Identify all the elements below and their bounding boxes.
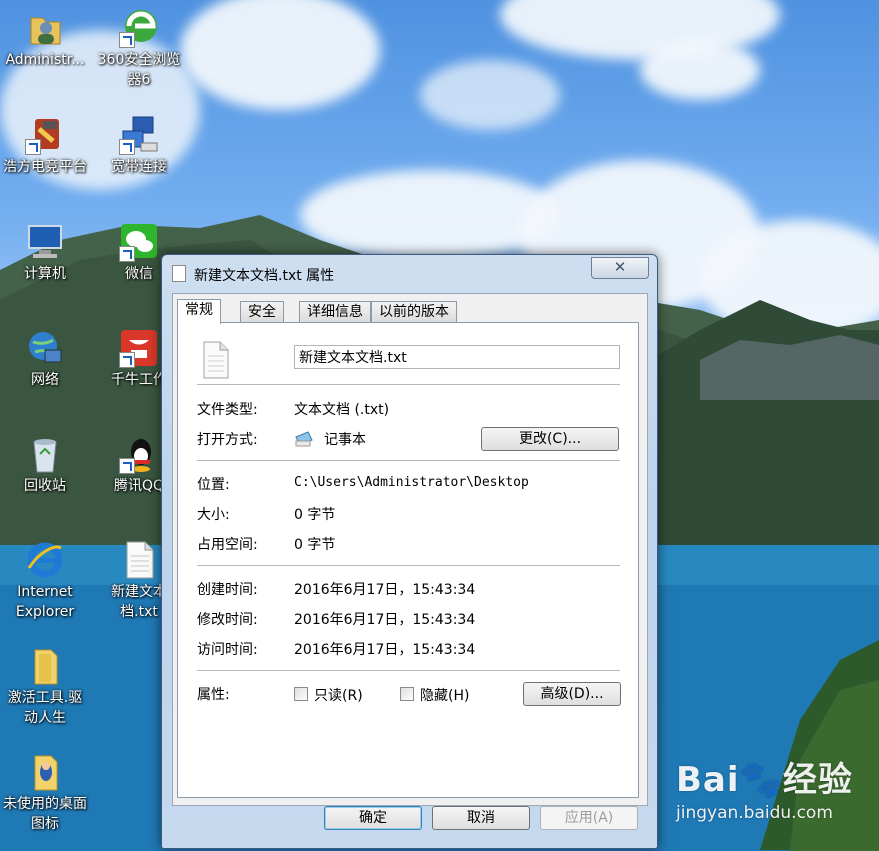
shortcut-arrow-icon [119, 458, 135, 474]
dialog-titlebar[interactable]: 新建文本文档.txt 属性 ✕ [162, 255, 657, 289]
text-file-icon [172, 265, 186, 282]
tab-security[interactable]: 安全 [240, 301, 284, 322]
separator [197, 460, 620, 461]
size-label: 大小: [197, 507, 230, 523]
watermark-logo: Bai🐾经验 [676, 760, 853, 800]
browser-360-icon [119, 8, 159, 48]
accessed-label: 访问时间: [197, 642, 258, 658]
baidu-jingyan-watermark: Bai🐾经验 jingyan.baidu.com [676, 752, 853, 823]
recycle-bin-icon [25, 434, 65, 474]
close-button[interactable]: ✕ [591, 257, 649, 279]
created-label: 创建时间: [197, 582, 258, 598]
shortcut-arrow-icon [119, 32, 135, 48]
desktop-icon-label: 计算机 [24, 266, 66, 282]
ie-icon [25, 540, 65, 580]
desktop-icon-unused-icons[interactable]: 未使用的桌面 图标 [0, 752, 92, 834]
qq-icon [119, 434, 159, 474]
qianniu-icon [119, 328, 159, 368]
tab-general[interactable]: 常规 [177, 299, 221, 324]
shortcut-arrow-icon [119, 139, 135, 155]
shortcut-arrow-icon [25, 139, 41, 155]
size-on-disk-label: 占用空间: [197, 537, 258, 553]
desktop-icon-label-line2: 动人生 [24, 710, 66, 726]
watermark-url: jingyan.baidu.com [676, 803, 833, 823]
broadband-icon [119, 115, 159, 155]
file-type-label: 文件类型: [197, 402, 258, 418]
separator [197, 565, 620, 566]
general-tab-page: 新建文本文档.txt 文件类型: 文本文档 (.txt) 打开方式: 记事本 更… [177, 322, 639, 798]
desktop-icon-label: Internet [17, 584, 73, 600]
size-value: 0 字节 [294, 507, 336, 523]
text-file-icon [119, 540, 159, 580]
desktop-icon-label: 浩方电竞平台 [3, 159, 87, 175]
desktop-icon-label: 未使用的桌面 [3, 796, 87, 812]
size-on-disk-value: 0 字节 [294, 537, 336, 553]
tab-previous-versions[interactable]: 以前的版本 [371, 301, 457, 322]
user-folder-icon [25, 8, 65, 48]
apply-button[interactable]: 应用(A) [540, 806, 638, 830]
desktop-icon-administrator[interactable]: Administr... [0, 8, 92, 70]
desktop-icon-label-line2: Explorer [15, 604, 75, 620]
desktop-icon-label-line2: 器6 [127, 72, 151, 88]
hidden-checkbox[interactable] [400, 687, 414, 701]
desktop-icon-internet-explorer[interactable]: Internet Explorer [0, 540, 92, 622]
desktop-icon-recycle-bin[interactable]: 回收站 [0, 434, 92, 496]
tab-details[interactable]: 详细信息 [299, 301, 371, 322]
change-button[interactable]: 更改(C)... [481, 427, 619, 451]
computer-icon [25, 222, 65, 262]
separator [197, 384, 620, 385]
haofang-icon [25, 115, 65, 155]
desktop-icon-broadband[interactable]: 宽带连接 [92, 115, 186, 177]
desktop-icon-label: 宽带连接 [111, 159, 167, 175]
desktop-icon-label: 激活工具.驱 [7, 690, 83, 706]
shortcut-arrow-icon [119, 246, 135, 262]
location-label: 位置: [197, 477, 230, 493]
created-value: 2016年6月17日，15:43:34 [294, 582, 476, 598]
ok-button[interactable]: 确定 [324, 806, 422, 830]
desktop-icon-network[interactable]: 网络 [0, 328, 92, 390]
modified-label: 修改时间: [197, 612, 258, 628]
network-icon [25, 328, 65, 368]
accessed-value: 2016年6月17日，15:43:34 [294, 642, 476, 658]
readonly-checkbox[interactable] [294, 687, 308, 701]
modified-value: 2016年6月17日，15:43:34 [294, 612, 476, 628]
folder-icon [25, 646, 65, 686]
desktop-icon-label-line2: 图标 [31, 816, 59, 832]
open-with-label: 打开方式: [197, 432, 258, 448]
desktop-icon-computer[interactable]: 计算机 [0, 222, 92, 284]
close-icon: ✕ [613, 258, 627, 276]
open-with-value: 记事本 [324, 432, 366, 448]
shortcut-arrow-icon [119, 352, 135, 368]
hidden-label: 隐藏(H) [420, 688, 470, 704]
desktop-icon-label: 360安全浏览 [97, 52, 181, 68]
location-value: C:\Users\Administrator\Desktop [294, 475, 529, 490]
file-properties-dialog: 新建文本文档.txt 属性 ✕ 常规 安全 详细信息 以前的版本 新建文本文档.… [161, 254, 658, 849]
text-file-icon [200, 341, 232, 379]
attributes-label: 属性: [197, 687, 230, 703]
wechat-icon [119, 222, 159, 262]
desktop-icon-360-browser[interactable]: 360安全浏览 器6 [92, 8, 186, 90]
file-type-value: 文本文档 (.txt) [294, 402, 390, 418]
dialog-title: 新建文本文档.txt 属性 [194, 268, 335, 284]
desktop-icon-label: Administr... [5, 52, 85, 68]
desktop-icon-label: 网络 [31, 372, 59, 388]
readonly-label: 只读(R) [314, 688, 363, 704]
desktop-icon-activation-tools[interactable]: 激活工具.驱 动人生 [0, 646, 92, 728]
notepad-icon [294, 431, 314, 447]
file-name-input[interactable]: 新建文本文档.txt [294, 345, 620, 369]
desktop-icon-haofang[interactable]: 浩方电竞平台 [0, 115, 92, 177]
advanced-button[interactable]: 高级(D)... [523, 682, 621, 706]
separator [197, 670, 620, 671]
folder-icon [25, 752, 65, 792]
cancel-button[interactable]: 取消 [432, 806, 530, 830]
desktop-icon-label: 回收站 [24, 478, 66, 494]
